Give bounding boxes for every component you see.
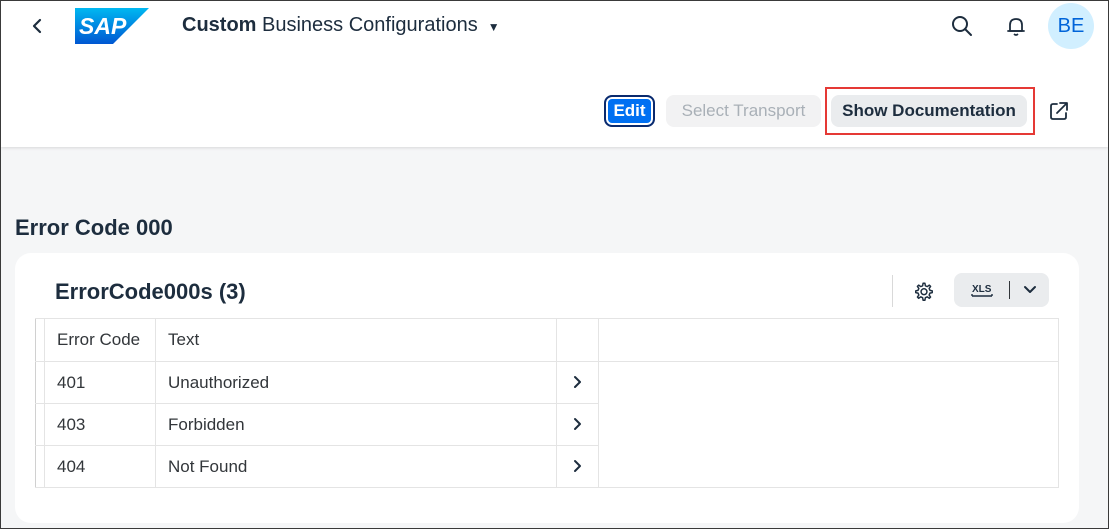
user-avatar[interactable]: BE bbox=[1048, 3, 1094, 49]
table-header-row: Error Code Text bbox=[35, 318, 1059, 362]
table-card: ErrorCode000s (3) XLS Error Code Text 40… bbox=[15, 253, 1079, 523]
select-transport-button[interactable]: Select Transport bbox=[666, 95, 821, 127]
notifications-button[interactable] bbox=[1001, 11, 1031, 41]
text-cell: Forbidden bbox=[155, 403, 557, 446]
app-window: SAP Custom Business Configurations ▼ BE … bbox=[0, 0, 1109, 529]
row-navigation[interactable] bbox=[556, 361, 599, 404]
error-code-table: Error Code Text 401 Unauthorized 403 For… bbox=[35, 318, 1059, 488]
chevron-down-icon bbox=[1023, 286, 1036, 293]
selection-column-header bbox=[35, 318, 45, 362]
highlight-box bbox=[825, 87, 1035, 135]
row-navigation[interactable] bbox=[556, 403, 599, 446]
spreadsheet-icon: XLS bbox=[970, 284, 993, 297]
export-button[interactable]: XLS bbox=[954, 273, 1049, 307]
row-navigation[interactable] bbox=[556, 445, 599, 488]
export-main-button[interactable]: XLS bbox=[954, 273, 1009, 307]
share-button[interactable] bbox=[1045, 97, 1073, 125]
filler-cell bbox=[598, 361, 1059, 488]
search-button[interactable] bbox=[947, 11, 977, 41]
error-code-cell: 401 bbox=[44, 361, 156, 404]
search-icon bbox=[952, 16, 972, 36]
app-title-bold: Custom bbox=[182, 14, 257, 36]
chevron-left-icon bbox=[32, 18, 42, 34]
export-menu-button[interactable] bbox=[1010, 273, 1049, 307]
svg-text:SAP: SAP bbox=[79, 13, 127, 39]
table-title: ErrorCode000s (3) bbox=[55, 279, 246, 304]
navigation-column-header bbox=[556, 318, 599, 362]
share-icon bbox=[1050, 102, 1068, 120]
svg-text:XLS: XLS bbox=[972, 284, 992, 295]
text-cell: Not Found bbox=[155, 445, 557, 488]
section-title: Error Code 000 bbox=[15, 215, 173, 240]
column-header-error-code[interactable]: Error Code bbox=[44, 318, 156, 362]
sap-logo: SAP bbox=[75, 8, 149, 44]
bell-icon bbox=[1007, 18, 1025, 36]
text-cell: Unauthorized bbox=[155, 361, 557, 404]
app-title-menu[interactable]: Custom Business Configurations ▼ bbox=[182, 14, 500, 37]
app-title-rest: Business Configurations bbox=[262, 14, 478, 36]
back-button[interactable] bbox=[25, 13, 51, 39]
table-row[interactable]: 401 Unauthorized bbox=[35, 361, 1059, 488]
error-code-cell: 403 bbox=[44, 403, 156, 446]
caret-down-icon: ▼ bbox=[487, 19, 500, 34]
chevron-right-icon bbox=[568, 456, 588, 476]
column-header-text[interactable]: Text bbox=[155, 318, 557, 362]
filler-column-header bbox=[598, 318, 1059, 362]
gear-icon bbox=[915, 282, 933, 301]
error-code-cell: 404 bbox=[44, 445, 156, 488]
chevron-right-icon bbox=[568, 414, 588, 434]
table-settings-button[interactable] bbox=[908, 277, 940, 307]
chevron-right-icon bbox=[568, 372, 588, 392]
edit-button[interactable]: Edit bbox=[604, 95, 655, 127]
toolbar-divider bbox=[892, 275, 893, 307]
shell-header: SAP Custom Business Configurations ▼ BE … bbox=[1, 1, 1108, 147]
